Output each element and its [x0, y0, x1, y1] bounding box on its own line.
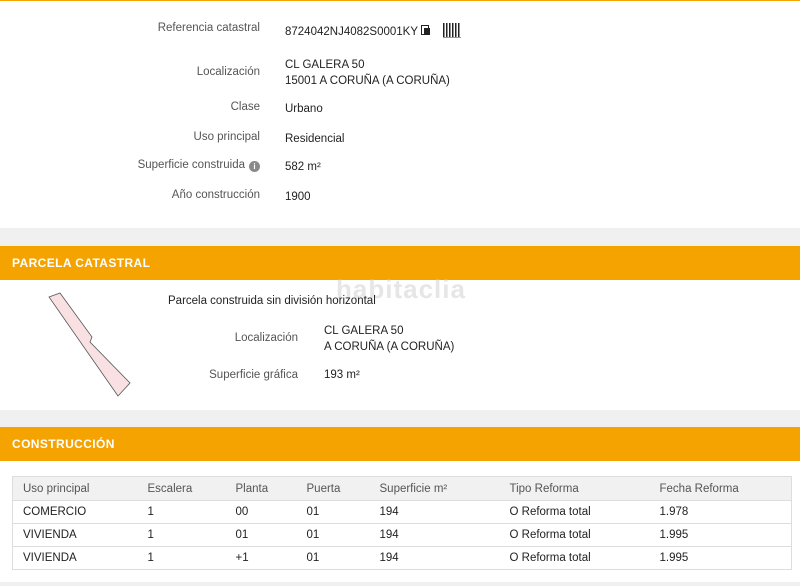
table-cell: O Reforma total: [499, 523, 650, 547]
parcela-card: habitaclia Parcela construida sin divisi…: [0, 274, 800, 410]
parcela-sup-value: 193 m²: [324, 369, 360, 381]
table-cell: O Reforma total: [499, 500, 650, 524]
parcela-loc-line1: CL GALERA 50: [324, 325, 404, 337]
parcela-loc-label: Localización: [234, 332, 298, 344]
construccion-header: CONSTRUCCIÓN: [0, 427, 800, 461]
table-header-row: Uso principal Escalera Planta Puerta Superfi…: [12, 476, 792, 501]
table-cell: 194: [369, 523, 500, 547]
table-cell: 1.978: [649, 500, 792, 524]
table-cell: 01: [296, 523, 370, 547]
anio-value: 1900: [285, 191, 311, 203]
construccion-table: Uso principal Escalera Planta Puerta Superfi…: [12, 476, 792, 570]
table-cell: 1: [137, 500, 226, 524]
parcela-loc-value: CL GALERA 50 A CORUÑA (A CORUÑA): [324, 323, 454, 355]
superficie-label-wrap: Superficie construida i: [138, 159, 260, 172]
table-cell: VIVIENDA: [12, 546, 138, 570]
table-cell: 194: [369, 500, 500, 524]
info-icon[interactable]: i: [249, 161, 260, 172]
table-row: VIVIENDA 1 +1 01 194 O Reforma total 1.995: [12, 546, 792, 570]
clase-label: Clase: [230, 101, 260, 113]
superficie-label: Superficie construida: [137, 159, 245, 171]
column-header: Superficie m²: [369, 476, 500, 501]
construccion-card: Uso principal Escalera Planta Puerta Superfi…: [0, 461, 800, 582]
column-header: Fecha Reforma: [649, 476, 792, 501]
column-header: Uso principal: [12, 476, 138, 501]
table-cell: 1.995: [649, 546, 792, 570]
table-cell: 1: [137, 546, 226, 570]
copy-icon[interactable]: [421, 25, 431, 36]
table-cell: 1: [137, 523, 226, 547]
column-header: Planta: [225, 476, 297, 501]
table-cell: 01: [296, 500, 370, 524]
ref-value[interactable]: 8724042NJ4082S0001KY: [285, 26, 418, 38]
localizacion-label: Localización: [196, 66, 260, 78]
parcela-title: Parcela construida sin división horizont…: [168, 295, 376, 307]
barcode-icon[interactable]: [443, 23, 461, 38]
table-cell: 194: [369, 546, 500, 570]
localizacion-line2: 15001 A CORUÑA (A CORUÑA): [285, 75, 450, 87]
table-cell: VIVIENDA: [12, 523, 138, 547]
superficie-value: 582 m²: [285, 161, 321, 173]
table-cell: O Reforma total: [499, 546, 650, 570]
cadastral-info-card: Referencia catastral 8724042NJ4082S0001K…: [0, 0, 800, 228]
clase-value: Urbano: [285, 103, 323, 115]
uso-value: Residencial: [285, 133, 345, 145]
table-cell: COMERCIO: [12, 500, 138, 524]
ref-value-wrap: 8724042NJ4082S0001KY: [285, 24, 431, 40]
table-cell: 00: [225, 500, 297, 524]
anio-label: Año construcción: [171, 189, 260, 201]
table-cell: +1: [225, 546, 297, 570]
table-cell: 1.995: [649, 523, 792, 547]
localizacion-line1: CL GALERA 50: [285, 59, 365, 71]
column-header: Tipo Reforma: [499, 476, 650, 501]
parcel-shape[interactable]: [0, 280, 140, 410]
table-row: COMERCIO 1 00 01 194 O Reforma total 1.978: [12, 500, 792, 524]
table-cell: 01: [225, 523, 297, 547]
column-header: Escalera: [137, 476, 226, 501]
column-header: Puerta: [296, 476, 370, 501]
parcela-loc-line2: A CORUÑA (A CORUÑA): [324, 341, 455, 353]
table-row: VIVIENDA 1 01 01 194 O Reforma total 1.995: [12, 523, 792, 547]
localizacion-value: CL GALERA 50 15001 A CORUÑA (A CORUÑA): [285, 57, 450, 89]
ref-label: Referencia catastral: [157, 22, 260, 34]
table-cell: 01: [296, 546, 370, 570]
table-body: COMERCIO 1 00 01 194 O Reforma total 1.978 VIVI…: [12, 500, 792, 570]
parcela-sup-label: Superficie gráfica: [209, 369, 298, 381]
uso-label: Uso principal: [193, 131, 260, 143]
